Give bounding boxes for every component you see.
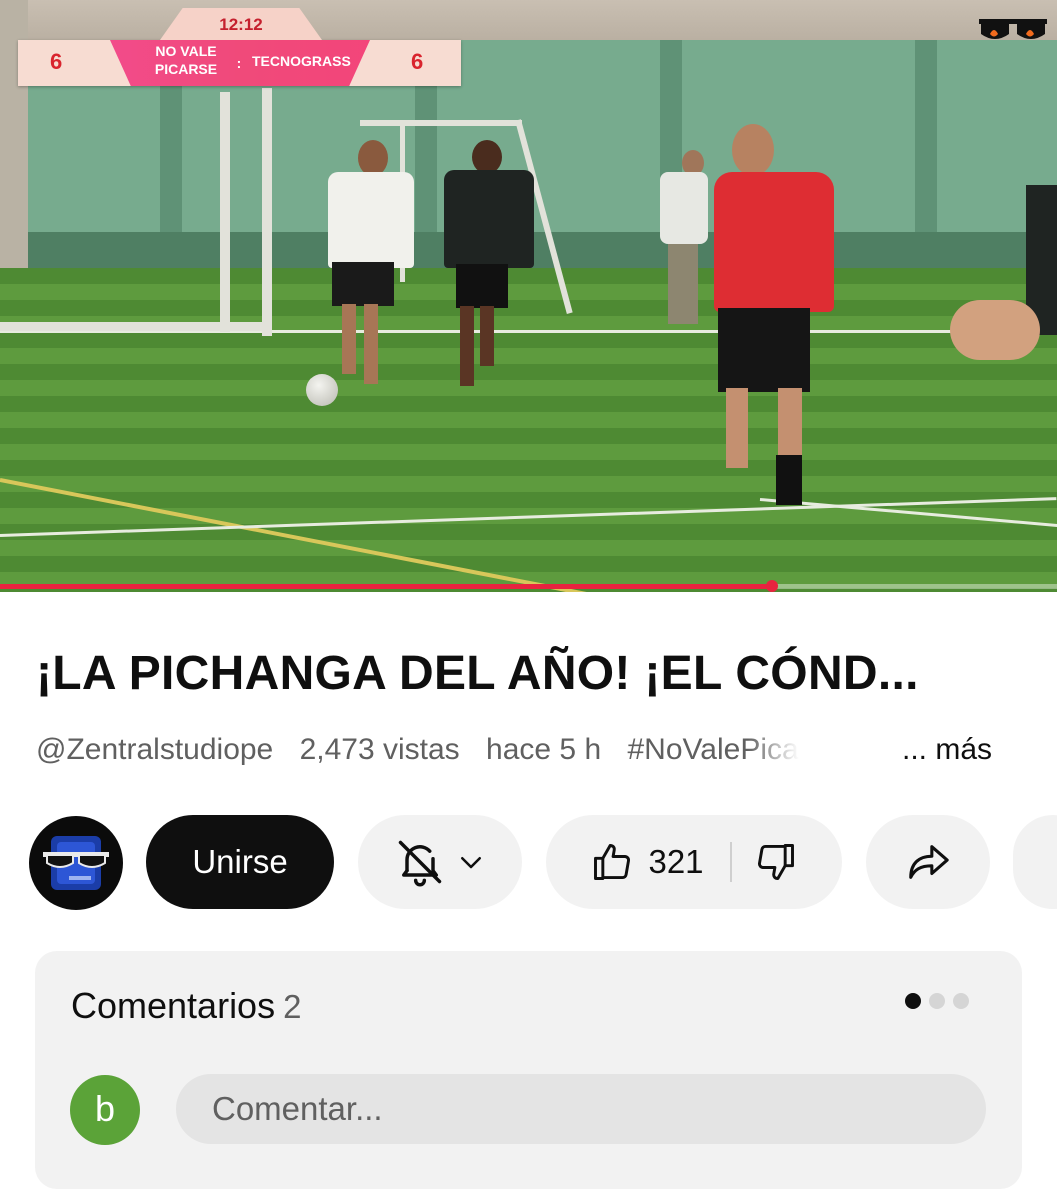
view-count: 2,473 vistas — [299, 733, 460, 766]
away-team-name: TECNOGRASS — [252, 53, 351, 69]
video-metadata[interactable]: @Zentralstudiope 2,473 vistas hace 5 h #… — [36, 733, 992, 767]
away-score: 6 — [411, 49, 424, 74]
channel-logo-icon — [43, 836, 109, 890]
turf-field — [0, 268, 1057, 592]
like-dislike-group: 321 — [546, 815, 842, 909]
scoreboard: 6 NO VALE PICARSE : TECNOGRASS 6 — [18, 40, 461, 86]
upload-age: hace 5 h — [486, 733, 602, 766]
comments-section[interactable]: Comentarios 2 b Comentar... — [35, 951, 1022, 1189]
thumb-down-icon[interactable] — [754, 840, 798, 884]
notifications-button[interactable] — [358, 815, 522, 909]
join-button[interactable]: Unirse — [146, 815, 334, 909]
soccer-ball — [306, 374, 338, 406]
match-clock: 12:12 — [160, 8, 322, 40]
thumb-up-icon[interactable] — [590, 840, 634, 884]
video-title[interactable]: ¡LA PICHANGA DEL AÑO! ¡EL CÓND... — [36, 646, 919, 701]
like-count: 321 — [648, 843, 704, 880]
chevron-down-icon — [461, 857, 481, 869]
sunglasses-logo-icon — [979, 19, 1047, 39]
more-link[interactable]: ... más — [902, 733, 992, 767]
channel-avatar[interactable] — [29, 816, 123, 910]
carousel-dot — [953, 993, 969, 1009]
video-player[interactable]: 6 NO VALE PICARSE : TECNOGRASS 6 12:12 — [0, 0, 1057, 592]
carousel-dots — [905, 993, 977, 1014]
carousel-dot — [905, 993, 921, 1009]
channel-handle[interactable]: @Zentralstudiope — [36, 733, 273, 766]
hashtag[interactable]: #NoValePicarse — [627, 733, 799, 767]
user-avatar: b — [70, 1075, 140, 1145]
progress-bar[interactable] — [0, 580, 1057, 592]
progress-fill — [0, 584, 772, 589]
comments-header: Comentarios 2 — [71, 985, 301, 1027]
home-score: 6 — [50, 49, 63, 74]
like-divider — [729, 842, 732, 882]
carousel-dot — [929, 993, 945, 1009]
comments-title: Comentarios — [71, 985, 276, 1026]
comments-count: 2 — [283, 988, 302, 1025]
share-button[interactable] — [866, 815, 990, 909]
share-icon — [909, 845, 949, 879]
progress-scrubber[interactable] — [765, 580, 778, 592]
bell-off-icon — [398, 840, 442, 887]
home-team-name: NO VALE PICARSE — [154, 43, 218, 77]
comment-input[interactable]: Comentar... — [176, 1074, 986, 1144]
score-separator: : — [236, 55, 242, 71]
